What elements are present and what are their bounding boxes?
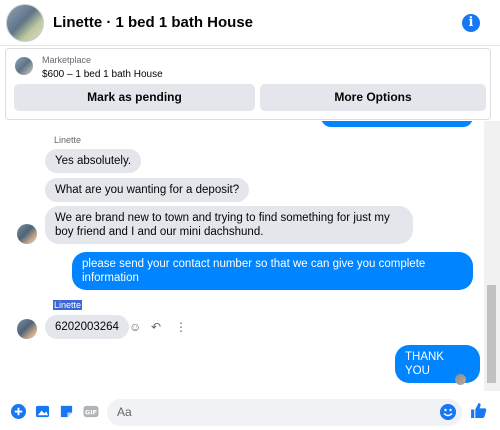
sender-name: Linette [53,300,83,310]
photo-icon[interactable] [35,404,50,419]
conversation-title[interactable]: Linette · 1 bed 1 bath House [53,14,253,31]
message-input[interactable]: Aa [107,399,462,426]
avatar[interactable] [17,224,37,244]
reply-icon[interactable]: ↶ [151,320,161,334]
mark-as-pending-button[interactable]: Mark as pending [14,84,255,111]
avatar[interactable] [6,3,44,42]
plus-icon[interactable] [11,404,26,419]
svg-text:GIF: GIF [85,408,97,416]
react-icon[interactable]: ☺ [129,320,141,334]
avatar[interactable] [17,319,37,339]
sender-name: Linette [54,135,82,145]
message-bubble[interactable]: 6202003264 [45,315,129,339]
emoji-icon[interactable] [440,404,456,420]
message-bubble[interactable]: THANK YOU [395,345,480,383]
listing-title[interactable]: $600 – 1 bed 1 bath House [42,69,163,80]
more-icon[interactable]: ⋮ [175,320,187,334]
message-bubble[interactable]: We are brand new to town and trying to f… [45,206,413,244]
message-bubble[interactable]: please send your contact number so that … [72,252,473,290]
info-icon[interactable]: i [462,14,480,32]
scrollbar[interactable] [484,121,500,391]
listing-thumbnail[interactable] [15,57,33,75]
message-input-placeholder: Aa [117,405,132,419]
chat-header: Linette · 1 bed 1 bath House i [0,0,500,46]
marketplace-card: Marketplace $600 – 1 bed 1 bath House Ma… [5,48,491,120]
sticker-icon[interactable] [59,404,74,419]
message-bubble[interactable]: Yes absolutely. [45,149,142,173]
gif-icon[interactable]: GIF [83,404,99,419]
scrollbar-thumb[interactable] [487,285,496,383]
seen-avatar [455,374,466,385]
composer: GIF Aa [0,394,500,430]
like-icon[interactable] [470,402,487,419]
marketplace-label: Marketplace [42,55,92,65]
message-bubble-partial [321,121,473,127]
more-options-button[interactable]: More Options [260,84,486,111]
message-bubble[interactable]: What are you wanting for a deposit? [45,178,250,202]
message-list: Linette Yes absolutely. What are you wan… [0,121,480,391]
